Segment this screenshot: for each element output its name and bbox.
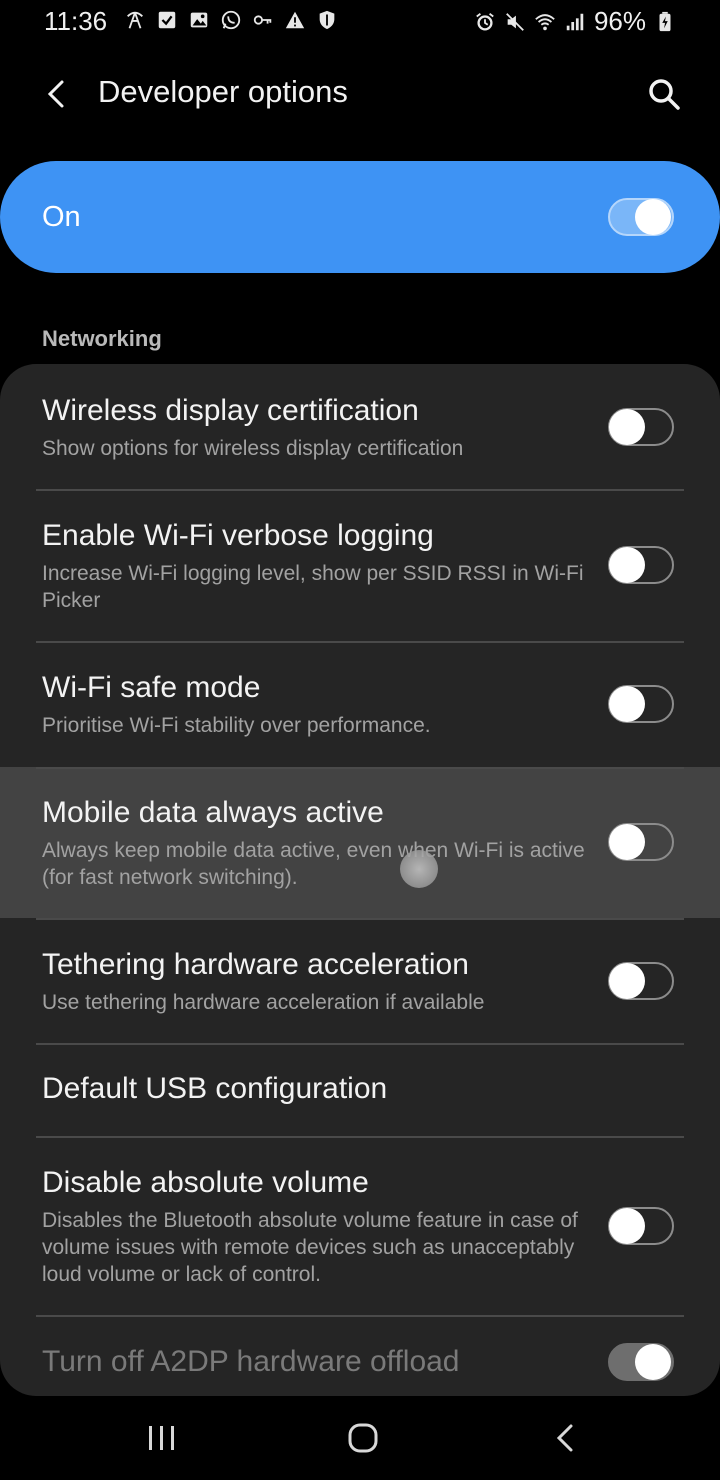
whatsapp-icon	[221, 10, 241, 30]
status-time: 11:36	[44, 6, 108, 36]
setting-wifi-verbose-logging[interactable]: Enable Wi-Fi verbose logging Increase Wi…	[0, 491, 720, 641]
setting-title: Wi-Fi safe mode	[42, 671, 261, 704]
recent-apps-icon[interactable]	[140, 1418, 184, 1458]
master-toggle[interactable]	[608, 198, 674, 236]
image-icon	[190, 12, 208, 28]
warning-icon	[285, 11, 305, 29]
master-switch-label: On	[42, 201, 81, 233]
setting-wifi-safe-mode[interactable]: Wi-Fi safe mode Prioritise Wi-Fi stabili…	[0, 643, 720, 767]
toggle-knob	[609, 409, 645, 445]
toggle-knob	[609, 1208, 645, 1244]
setting-toggle[interactable]	[608, 1343, 674, 1381]
setting-toggle[interactable]	[608, 1207, 674, 1245]
battery-percent: 96%	[593, 6, 646, 36]
setting-toggle[interactable]	[608, 823, 674, 861]
setting-subtitle: Use tethering hardware acceleration if a…	[42, 991, 485, 1014]
system-icons: 96%	[474, 6, 676, 37]
setting-title: Tethering hardware acceleration	[42, 948, 469, 981]
toggle-knob	[609, 547, 645, 583]
nav-back-icon[interactable]	[543, 1418, 587, 1458]
toggle-knob	[609, 824, 645, 860]
setting-title: Default USB configuration	[42, 1072, 388, 1105]
setting-subtitle: Increase Wi-Fi logging level, show per S…	[42, 562, 584, 612]
toggle-knob	[635, 1344, 671, 1380]
setting-title: Mobile data always active	[42, 796, 384, 829]
setting-wireless-display-certification[interactable]: Wireless display certification Show opti…	[0, 364, 720, 490]
setting-turn-off-a2dp-hardware-offload[interactable]: Turn off A2DP hardware offload	[0, 1317, 720, 1396]
section-header-networking: Networking	[42, 326, 162, 351]
shield-icon	[319, 10, 335, 30]
setting-title: Wireless display certification	[42, 394, 419, 427]
key-icon	[253, 15, 272, 25]
toggle-knob	[635, 199, 671, 235]
setting-tethering-hardware-acceleration[interactable]: Tethering hardware acceleration Use teth…	[0, 920, 720, 1044]
setting-toggle[interactable]	[608, 962, 674, 1000]
app-bar: Developer options	[0, 52, 720, 132]
setting-toggle[interactable]	[608, 685, 674, 723]
status-bar: 11:36 96%	[0, 0, 720, 44]
toggle-knob	[609, 963, 645, 999]
setting-default-usb-configuration[interactable]: Default USB configuration	[0, 1045, 720, 1136]
wifi-icon	[535, 13, 555, 30]
touch-indicator	[400, 850, 438, 888]
alarm-icon	[476, 12, 494, 30]
setting-title: Disable absolute volume	[42, 1166, 369, 1199]
setting-subtitle: Show options for wireless display certif…	[42, 437, 464, 460]
setting-title: Enable Wi-Fi verbose logging	[42, 519, 434, 552]
signal-scan-icon	[127, 11, 143, 29]
divider	[36, 767, 684, 769]
cell-signal-icon	[566, 13, 584, 30]
mute-icon	[506, 12, 524, 31]
notification-icons	[124, 9, 338, 31]
home-icon[interactable]	[341, 1418, 385, 1458]
navigation-bar	[0, 1396, 720, 1480]
toggle-knob	[609, 686, 645, 722]
battery-charging-icon	[659, 11, 671, 31]
back-arrow-icon[interactable]	[36, 74, 76, 114]
setting-mobile-data-always-active[interactable]: Mobile data always active Always keep mo…	[0, 767, 720, 918]
setting-title: Turn off A2DP hardware offload	[42, 1345, 460, 1378]
setting-disable-absolute-volume[interactable]: Disable absolute volume Disables the Blu…	[0, 1138, 720, 1315]
page-title: Developer options	[98, 74, 348, 109]
setting-toggle[interactable]	[608, 546, 674, 584]
search-icon[interactable]	[644, 74, 684, 114]
setting-subtitle: Disables the Bluetooth absolute volume f…	[42, 1209, 578, 1286]
setting-subtitle: Always keep mobile data active, even whe…	[42, 839, 585, 889]
setting-subtitle: Prioritise Wi-Fi stability over performa…	[42, 714, 431, 737]
developer-options-master-switch[interactable]: On	[0, 161, 720, 273]
setting-toggle[interactable]	[608, 408, 674, 446]
networking-settings-card: Wireless display certification Show opti…	[0, 364, 720, 1396]
check-box-icon	[158, 11, 176, 29]
